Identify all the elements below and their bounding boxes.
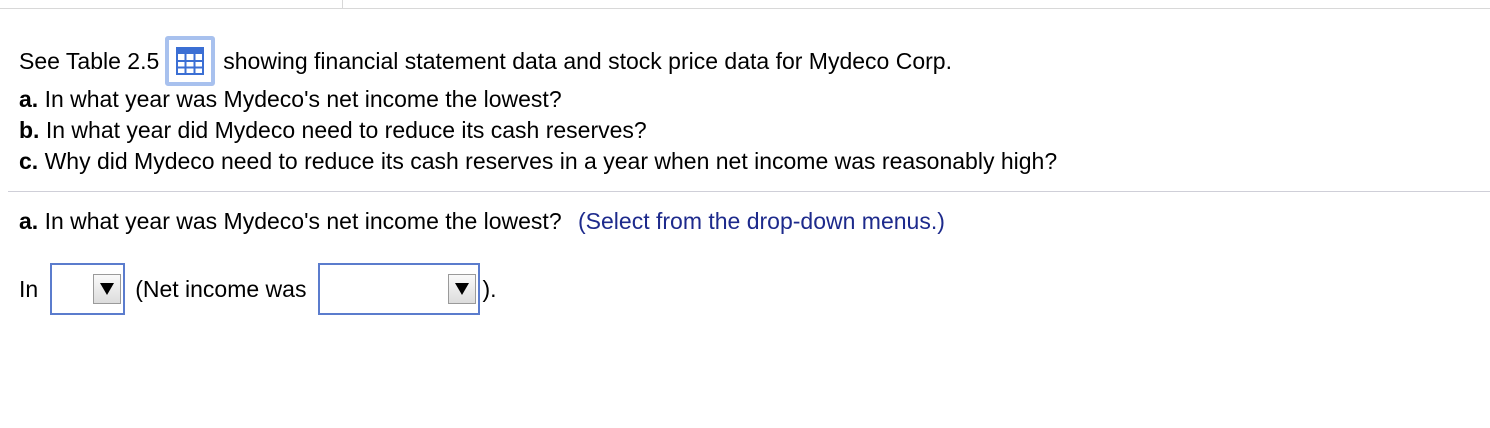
part-a-instruction: (Select from the drop-down menus.) [578, 208, 945, 234]
top-divider-tick [342, 0, 343, 8]
part-a-heading: a. In what year was Mydeco's net income … [19, 205, 945, 237]
answer-middle: (Net income was [135, 275, 307, 302]
year-dropdown[interactable] [50, 263, 126, 315]
question-c-text: Why did Mydeco need to reduce its cash r… [44, 148, 1058, 174]
intro-prefix: See Table 2.5 [19, 48, 160, 74]
intro-suffix: showing financial statement data and sto… [223, 48, 952, 74]
table-grid-icon[interactable] [165, 36, 216, 86]
chevron-down-icon[interactable] [93, 274, 122, 304]
section-divider [8, 191, 1490, 192]
question-b-letter: b. [19, 117, 40, 143]
problem-intro: See Table 2.5 showing financial statemen… [19, 36, 952, 86]
question-c: c. Why did Mydeco need to reduce its cas… [19, 146, 1057, 176]
question-c-letter: c. [19, 148, 39, 174]
answer-prefix: In [19, 275, 39, 302]
question-a-text: In what year was Mydeco's net income the… [44, 86, 562, 112]
answer-suffix: ). [482, 275, 497, 302]
answer-row: In (Net income was ). [19, 263, 497, 315]
question-b: b. In what year did Mydeco need to reduc… [19, 115, 647, 145]
chevron-down-icon[interactable] [448, 274, 477, 304]
question-a: a. In what year was Mydeco's net income … [19, 84, 562, 114]
part-a-letter: a. [19, 208, 39, 234]
question-b-text: In what year did Mydeco need to reduce i… [45, 117, 647, 143]
top-divider [0, 8, 1490, 9]
net-income-dropdown[interactable] [318, 263, 481, 315]
part-a-question: In what year was Mydeco's net income the… [44, 208, 562, 234]
question-a-letter: a. [19, 86, 39, 112]
